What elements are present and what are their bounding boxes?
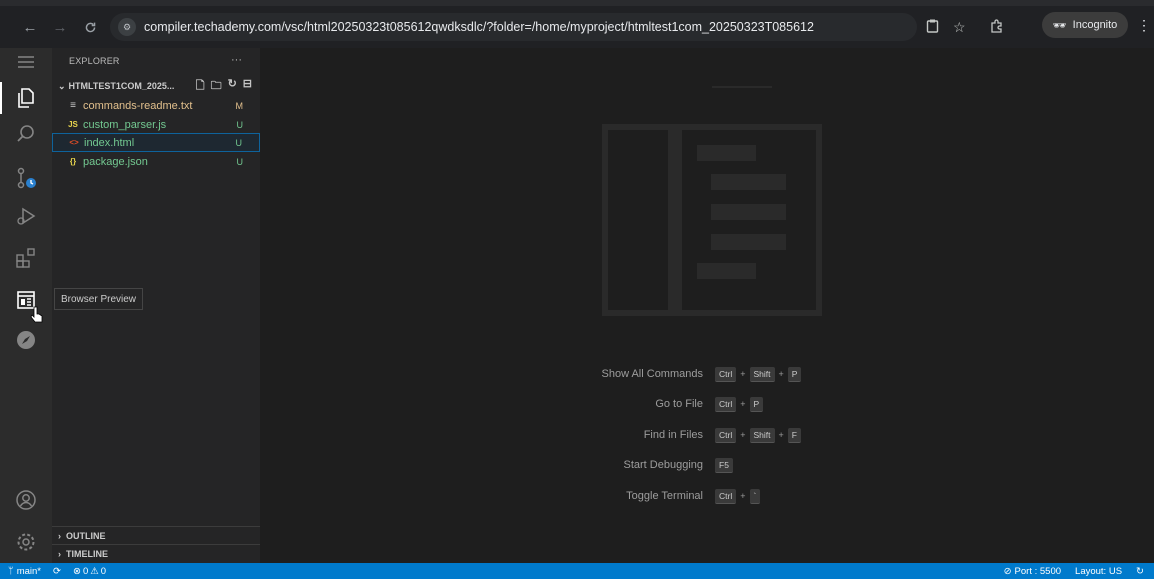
file-row-index-html[interactable]: <> index.html U — [52, 133, 260, 152]
new-folder-icon[interactable]: 🗀 — [211, 77, 222, 96]
editor-divider — [712, 86, 772, 88]
address-bar[interactable]: ⚙ compiler.techademy.com/vsc/html2025032… — [110, 13, 917, 41]
new-file-icon[interactable]: 🗋 — [196, 77, 205, 96]
settings-gear-icon[interactable] — [0, 522, 52, 562]
folder-actions: 🗋 🗀 ↻ ⊟ — [196, 77, 252, 96]
editor-area: Show All Commands Ctrl + Shift + P Go to… — [260, 48, 1154, 563]
live-server-port[interactable]: ⊘ Port : 5500 — [1004, 566, 1061, 577]
extensions-icon[interactable] — [990, 18, 1004, 36]
source-control-icon[interactable] — [0, 158, 52, 198]
site-info-icon[interactable]: ⚙ — [118, 18, 136, 36]
file-name: custom_parser.js — [83, 118, 167, 131]
extensions-view-icon[interactable] — [0, 238, 52, 278]
file-status: U — [236, 119, 244, 130]
file-row-package-json[interactable]: {} package.json U — [52, 152, 260, 171]
browser-actions: ☆ — [926, 14, 1004, 40]
shortcut-find-in-files[interactable]: Find in Files Ctrl + Shift + F — [560, 426, 960, 444]
file-status: U — [236, 156, 244, 167]
incognito-icon: 🕶 — [1052, 19, 1067, 32]
browser-tab-strip — [0, 0, 1154, 6]
file-name: index.html — [84, 136, 135, 149]
section-divider — [52, 544, 260, 545]
keyboard-layout[interactable]: Layout: US — [1075, 566, 1122, 577]
shortcut-toggle-terminal[interactable]: Toggle Terminal Ctrl + ` — [560, 487, 960, 505]
sync-icon[interactable]: ⟳ — [53, 566, 61, 577]
file-row-commands-readme[interactable]: ≡ commands-readme.txt M — [52, 96, 260, 115]
outline-section-header[interactable]: › OUTLINE — [58, 527, 258, 544]
activity-bar — [0, 48, 52, 563]
error-icon: ⊗ — [72, 565, 81, 577]
browser-preview-icon[interactable] — [0, 280, 52, 320]
reload-icon — [85, 22, 95, 32]
search-icon[interactable] — [0, 114, 52, 154]
account-icon[interactable] — [0, 480, 52, 520]
shortcut-show-all-commands[interactable]: Show All Commands Ctrl + Shift + P — [560, 365, 960, 383]
shortcut-go-to-file[interactable]: Go to File Ctrl + P — [560, 395, 960, 413]
browser-toolbar: ← → ⚙ compiler.techademy.com/vsc/html202… — [0, 0, 1154, 48]
html-file-icon: <> — [69, 138, 79, 147]
workspace-folder-header[interactable]: ⌄ HTMLTEST1COM_2025... 🗋 🗀 ↻ ⊟ — [58, 77, 258, 95]
forward-button[interactable]: → — [48, 15, 72, 39]
status-bar: ᛘ main* ⟳ ⊗ 0 ⚠ 0 ⊘ Port : 5500 Layout: … — [0, 563, 1154, 579]
file-status: M — [235, 100, 244, 111]
file-row-custom-parser[interactable]: JS custom_parser.js U — [52, 115, 260, 134]
refresh-icon[interactable]: ↻ — [228, 77, 237, 96]
chevron-right-icon: › — [58, 530, 61, 541]
file-status: U — [235, 137, 243, 148]
reload-button[interactable] — [78, 15, 102, 39]
menu-icon[interactable] — [0, 48, 52, 76]
explorer-icon[interactable] — [0, 78, 52, 118]
incognito-badge[interactable]: 🕶 Incognito — [1042, 12, 1128, 38]
notifications-icon[interactable]: ↻ — [1136, 566, 1144, 577]
javascript-file-icon: JS — [68, 120, 78, 129]
url-text: compiler.techademy.com/vsc/html20250323t… — [144, 20, 814, 34]
workspace-folder-name: HTMLTEST1COM_2025... — [68, 81, 175, 91]
run-debug-icon[interactable] — [0, 196, 52, 236]
branch-indicator[interactable]: ᛘ main* — [8, 566, 41, 577]
port-icon: ⊘ — [1003, 565, 1012, 577]
problems-indicator[interactable]: ⊗ 0 ⚠ 0 — [73, 566, 106, 577]
compass-icon[interactable] — [0, 320, 52, 360]
chevron-down-icon: ⌄ — [58, 80, 66, 91]
chevron-right-icon: › — [58, 548, 61, 559]
browser-preview-tooltip: Browser Preview — [54, 288, 143, 310]
back-button[interactable]: ← — [18, 15, 42, 39]
editor-watermark-logo — [602, 124, 822, 316]
explorer-title: EXPLORER — [69, 56, 120, 66]
timeline-section-header[interactable]: › TIMELINE — [58, 545, 258, 562]
warning-icon: ⚠ — [90, 565, 99, 577]
file-name: commands-readme.txt — [83, 99, 193, 112]
browser-menu-icon[interactable]: ⋮ — [1137, 17, 1151, 34]
bookmark-star-icon[interactable]: ☆ — [953, 19, 966, 36]
git-branch-icon: ᛘ — [8, 565, 14, 577]
collapse-all-icon[interactable]: ⊟ — [243, 77, 252, 96]
clipboard-icon[interactable] — [926, 19, 939, 36]
text-file-icon: ≡ — [70, 100, 76, 111]
file-name: package.json — [83, 155, 148, 168]
json-file-icon: {} — [69, 157, 77, 166]
section-divider — [52, 526, 260, 527]
more-actions-icon[interactable]: ··· — [231, 54, 242, 66]
shortcut-start-debugging[interactable]: Start Debugging F5 — [560, 456, 960, 474]
